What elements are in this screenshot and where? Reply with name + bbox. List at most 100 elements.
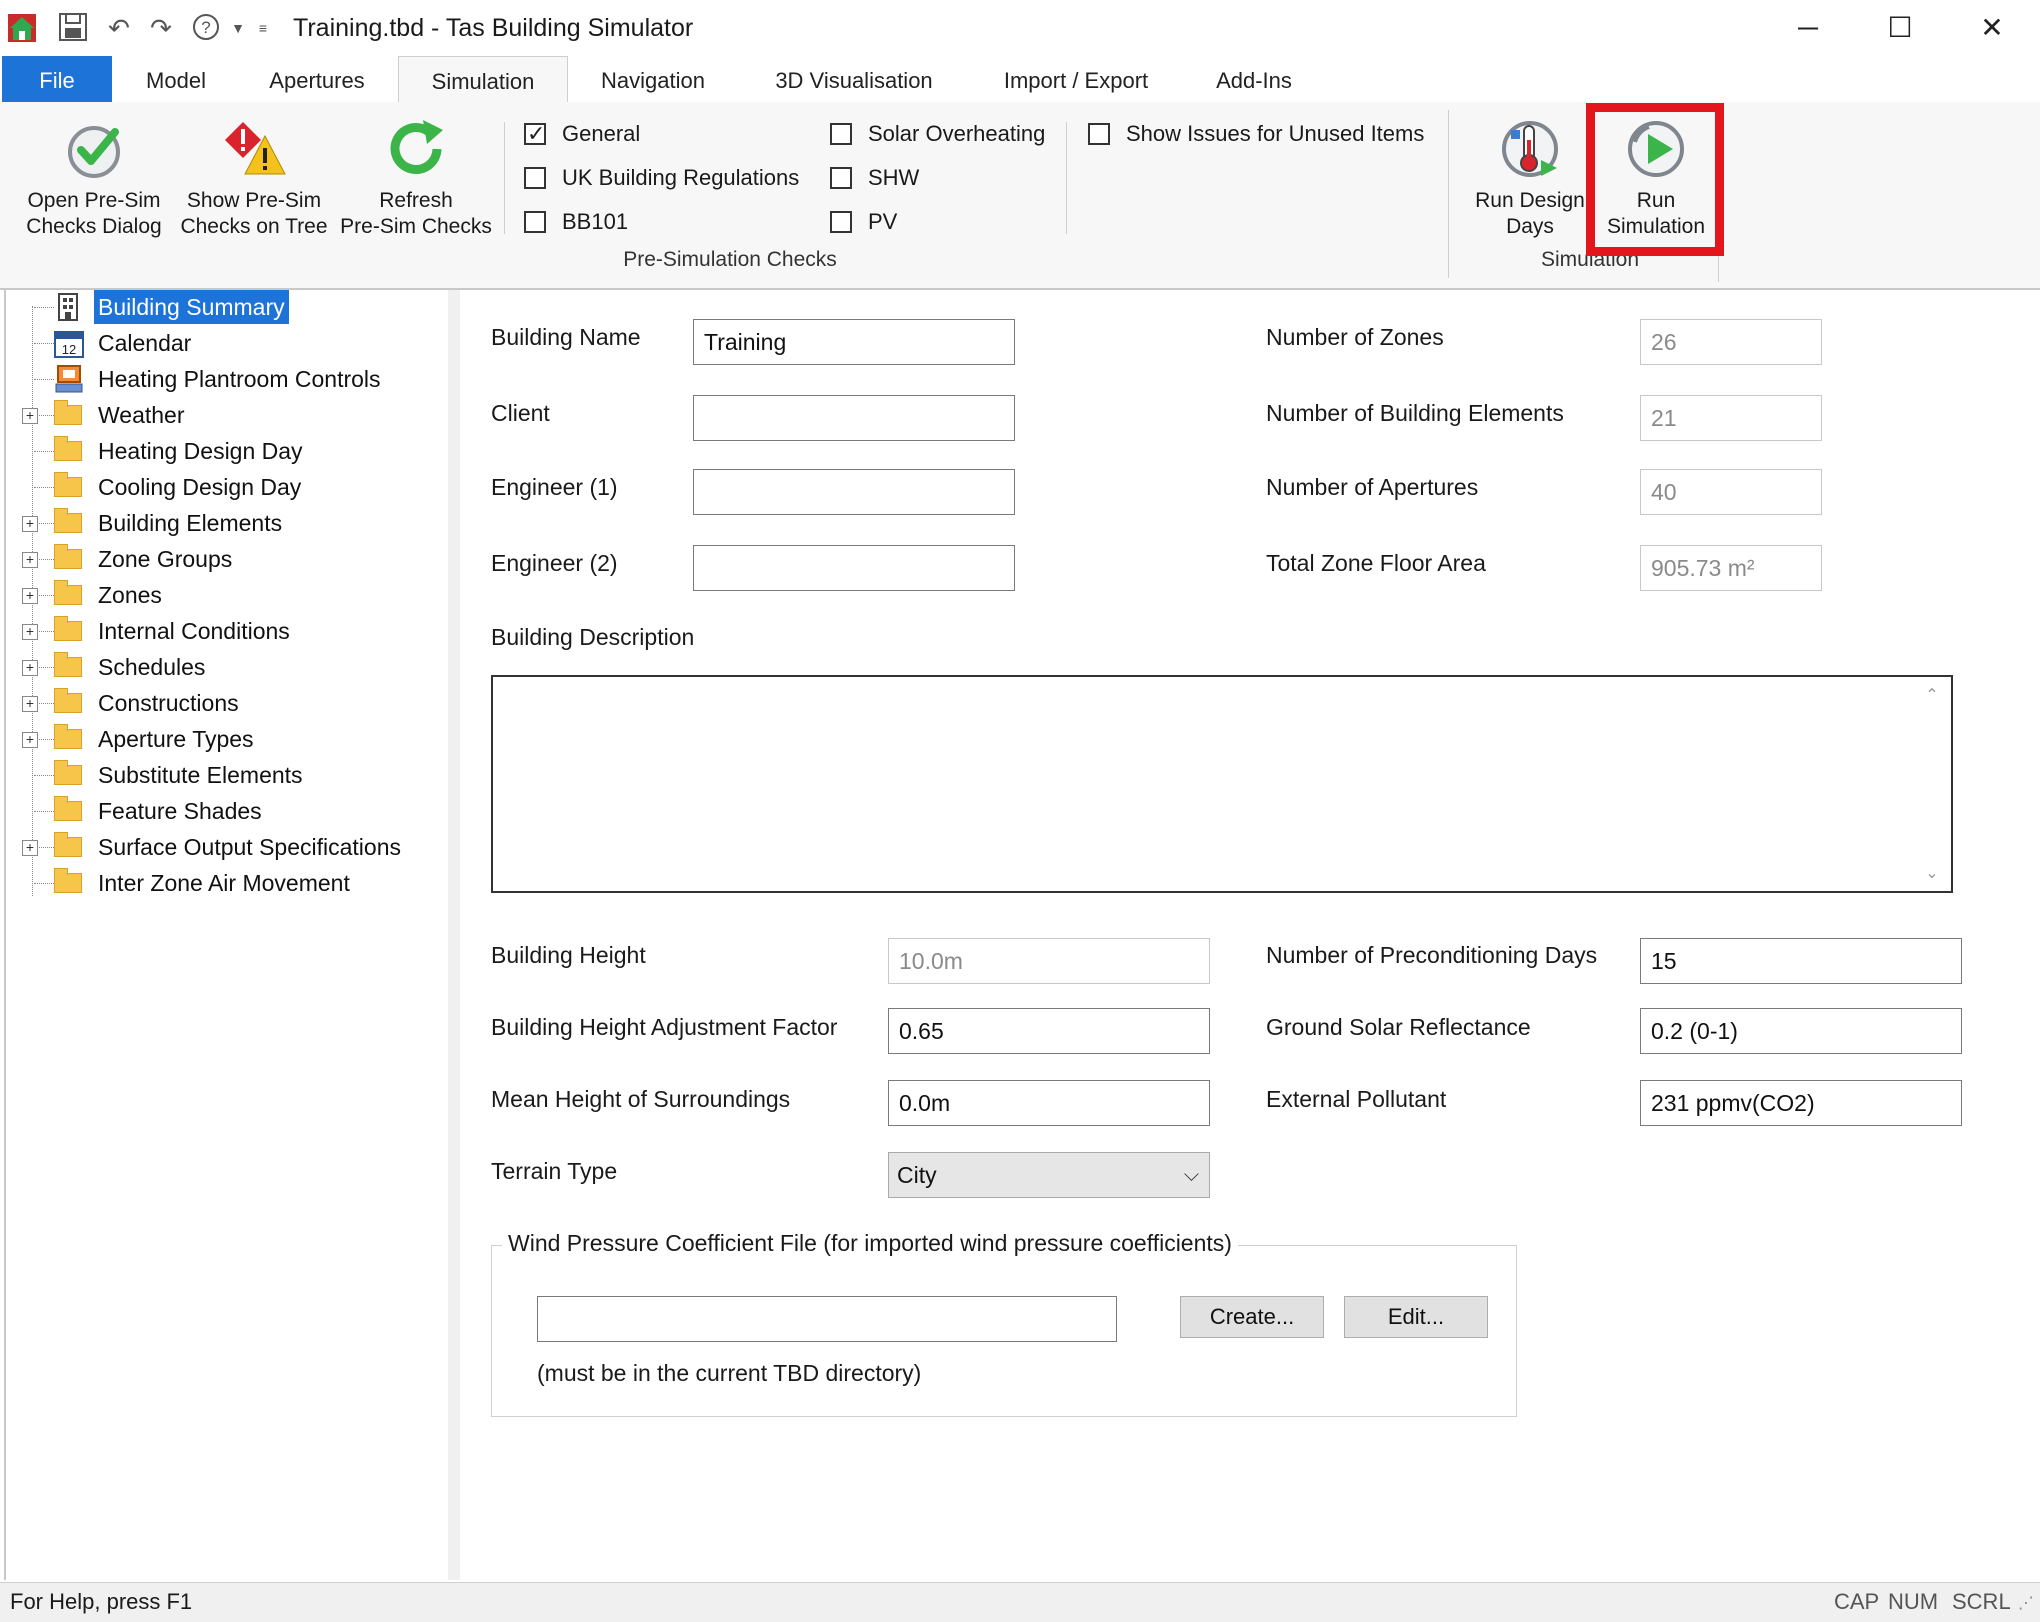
engineer1-field[interactable] xyxy=(693,469,1015,515)
close-button[interactable]: ✕ xyxy=(1962,8,2022,48)
tree-item-label[interactable]: Heating Plantroom Controls xyxy=(94,362,385,396)
building-description-label: Building Description xyxy=(491,624,695,650)
solar-overheating-checkbox[interactable]: Solar Overheating xyxy=(830,121,1070,150)
run-design-days-button[interactable]: Run Design Days xyxy=(1460,102,1600,252)
maximize-button[interactable]: ☐ xyxy=(1870,8,1930,48)
building-summary-form: Building Name Training Client Engineer (… xyxy=(460,290,2040,1580)
redo-icon[interactable]: ↷ xyxy=(142,12,180,44)
save-icon[interactable] xyxy=(56,12,90,44)
scroll-up-icon[interactable]: ⌃ xyxy=(1919,685,1945,705)
show-presim-label: Show Pre-Sim Checks on Tree xyxy=(180,189,328,238)
edit-button[interactable]: Edit... xyxy=(1344,1296,1488,1338)
mean-height-of-surroundings-field[interactable]: 0.0m xyxy=(888,1080,1210,1126)
expand-icon[interactable]: + xyxy=(22,624,38,640)
external-pollutant-field[interactable]: 231 ppmv(CO2) xyxy=(1640,1080,1962,1126)
solar-checkbox-box[interactable] xyxy=(830,123,852,145)
tab-model[interactable]: Model xyxy=(124,56,228,102)
customize-icon[interactable]: ≡ xyxy=(252,12,274,44)
navigation-tree[interactable]: Building Summary 12 Calendar Heating Pla… xyxy=(4,290,450,1580)
tree-item-label[interactable]: Building Summary xyxy=(94,290,289,324)
shw-checkbox-box[interactable] xyxy=(830,167,852,189)
tree-item-label[interactable]: Weather xyxy=(94,398,189,432)
building-name-field[interactable]: Training xyxy=(693,319,1015,365)
tree-item-label[interactable]: Substitute Elements xyxy=(94,758,307,792)
tree-item-label[interactable]: Constructions xyxy=(94,686,243,720)
expand-icon[interactable]: + xyxy=(22,588,38,604)
scroll-down-icon[interactable]: ⌄ xyxy=(1919,863,1945,883)
uk-regs-checkbox-box[interactable] xyxy=(524,167,546,189)
open-presim-label: Open Pre-Sim Checks Dialog xyxy=(26,189,162,238)
tab-import-export[interactable]: Import / Export xyxy=(984,56,1168,102)
tree-item-label[interactable]: Cooling Design Day xyxy=(94,470,305,504)
expand-icon[interactable]: + xyxy=(22,552,38,568)
show-issues-unused-checkbox[interactable]: Show Issues for Unused Items xyxy=(1088,121,1448,150)
create-button[interactable]: Create... xyxy=(1180,1296,1324,1338)
mean-height-of-surroundings-label: Mean Height of Surroundings xyxy=(491,1086,791,1112)
expand-icon[interactable]: + xyxy=(22,408,38,424)
ribbon-separator xyxy=(1066,122,1067,234)
help-icon[interactable]: ? xyxy=(188,12,224,44)
presim-group-label: Pre-Simulation Checks xyxy=(623,248,837,271)
terrain-type-value: City xyxy=(897,1162,937,1188)
tree-item-label[interactable]: Building Elements xyxy=(94,506,286,540)
tree-item-label[interactable]: Zones xyxy=(94,578,166,612)
app-house-icon[interactable] xyxy=(6,12,38,44)
run-simulation-button[interactable]: Run Simulation xyxy=(1594,102,1718,252)
title-bar: ↶ ↷ ? ▼ ≡ Training.tbd - Tas Building Si… xyxy=(0,0,2040,56)
client-field[interactable] xyxy=(693,395,1015,441)
building-height-field: 10.0m xyxy=(888,938,1210,984)
status-bar: For Help, press F1 CAP NUM SCRL ⋰ xyxy=(0,1582,2040,1622)
engineer2-field[interactable] xyxy=(693,545,1015,591)
bb101-label: BB101 xyxy=(562,209,629,234)
wind-pressure-file-field[interactable] xyxy=(537,1296,1117,1342)
tab-simulation[interactable]: Simulation xyxy=(398,56,568,103)
dropdown-icon[interactable]: ▼ xyxy=(228,12,248,44)
bb101-checkbox[interactable]: BB101 xyxy=(524,209,824,238)
simulation-group-label: Simulation xyxy=(1540,248,1640,271)
expand-icon[interactable]: + xyxy=(22,516,38,532)
folder-icon xyxy=(54,796,82,821)
tree-item-label[interactable]: Schedules xyxy=(94,650,209,684)
tree-item-label[interactable]: Aperture Types xyxy=(94,722,258,756)
ground-solar-reflectance-field[interactable]: 0.2 (0-1) xyxy=(1640,1008,1962,1054)
general-checkbox[interactable]: General xyxy=(524,120,824,150)
building-height-adjustment-factor-field[interactable]: 0.65 xyxy=(888,1008,1210,1054)
resize-grip-icon[interactable]: ⋰ xyxy=(2018,1593,2034,1613)
building-description-textarea[interactable]: ⌃ ⌄ xyxy=(491,675,1953,893)
minimize-button[interactable]: ─ xyxy=(1778,8,1838,48)
pv-checkbox[interactable]: PV xyxy=(830,209,1070,238)
expand-icon[interactable]: + xyxy=(22,732,38,748)
open-presim-checks-button[interactable]: Open Pre-Sim Checks Dialog xyxy=(14,102,174,252)
tab-3d-visualisation[interactable]: 3D Visualisation xyxy=(752,56,956,102)
tree-item-label[interactable]: Internal Conditions xyxy=(94,614,294,648)
tab-navigation[interactable]: Navigation xyxy=(580,56,726,102)
preconditioning-days-label: Number of Preconditioning Days xyxy=(1266,942,1598,968)
terrain-type-select[interactable]: City ⌵ xyxy=(888,1152,1210,1198)
tab-apertures[interactable]: Apertures xyxy=(252,56,382,102)
pv-checkbox-box[interactable] xyxy=(830,211,852,233)
tree-item-label[interactable]: Surface Output Specifications xyxy=(94,830,405,864)
unused-checkbox-box[interactable] xyxy=(1088,123,1110,145)
shw-checkbox[interactable]: SHW xyxy=(830,165,1070,194)
expand-icon[interactable]: + xyxy=(22,696,38,712)
bb101-checkbox-box[interactable] xyxy=(524,211,546,233)
folder-icon xyxy=(54,652,82,677)
tree-item-label[interactable]: Feature Shades xyxy=(94,794,266,828)
undo-icon[interactable]: ↶ xyxy=(100,12,138,44)
tab-file[interactable]: File xyxy=(2,56,112,102)
tree-item-label[interactable]: Zone Groups xyxy=(94,542,236,576)
folder-icon xyxy=(54,724,82,749)
expand-icon[interactable]: + xyxy=(22,840,38,856)
tab-add-ins[interactable]: Add-Ins xyxy=(1198,56,1310,102)
general-checkbox-box[interactable] xyxy=(524,120,546,148)
tree-item-label[interactable]: Heating Design Day xyxy=(94,434,307,468)
svg-text:?: ? xyxy=(201,18,210,37)
tree-item-label[interactable]: Calendar xyxy=(94,326,195,360)
expand-icon[interactable]: + xyxy=(22,660,38,676)
preconditioning-days-field[interactable]: 15 xyxy=(1640,938,1962,984)
uk-building-regulations-checkbox[interactable]: UK Building Regulations xyxy=(524,165,824,194)
tree-item-label[interactable]: Inter Zone Air Movement xyxy=(94,866,354,900)
show-presim-on-tree-button[interactable]: Show Pre-Sim Checks on Tree xyxy=(174,102,334,252)
refresh-presim-checks-button[interactable]: Refresh Pre-Sim Checks xyxy=(334,102,498,252)
ribbon-panel: Open Pre-Sim Checks Dialog Show Pre-Sim … xyxy=(0,102,2040,290)
